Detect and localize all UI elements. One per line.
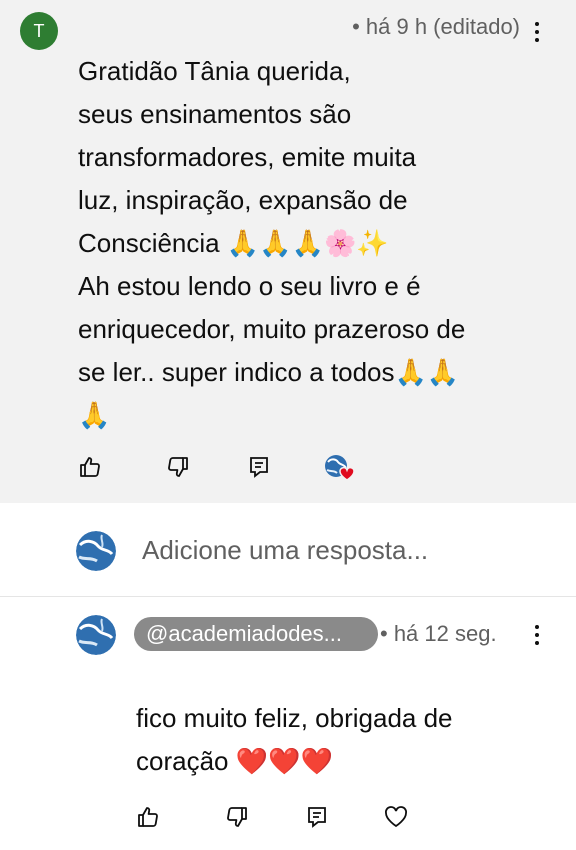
thumbs-up-icon[interactable]	[133, 802, 163, 832]
reply-input[interactable]: Adicione uma resposta...	[142, 535, 428, 566]
comment-meta: • há 9 h (editado)	[352, 14, 520, 39]
more-options-icon[interactable]	[525, 16, 549, 48]
thumbs-down-icon[interactable]	[163, 452, 193, 482]
reply-input-row[interactable]: Adicione uma resposta...	[0, 503, 576, 597]
thumbs-up-icon[interactable]	[75, 452, 105, 482]
more-options-icon[interactable]	[525, 619, 549, 651]
thumbs-down-icon[interactable]	[222, 802, 252, 832]
user-avatar	[76, 531, 116, 571]
comment-text: Gratidão Tânia querida, seus ensinamento…	[78, 56, 466, 430]
channel-handle[interactable]: @academiadodes...	[134, 617, 378, 651]
avatar[interactable]: T	[20, 12, 58, 50]
reply-comment: @academiadodes... • há 12 seg. fico muit…	[0, 597, 576, 850]
reply-icon[interactable]	[244, 452, 274, 482]
reply-meta: • há 12 seg.	[380, 621, 497, 646]
heart-outline-icon[interactable]	[381, 802, 411, 832]
reply-icon[interactable]	[302, 802, 332, 832]
reply-text: fico muito feliz, obrigada de coração ❤️…	[136, 703, 453, 776]
creator-heart-icon	[322, 452, 358, 482]
reply-avatar[interactable]	[76, 615, 116, 655]
comment-card: T • há 9 h (editado) Gratidão Tânia quer…	[0, 0, 576, 503]
